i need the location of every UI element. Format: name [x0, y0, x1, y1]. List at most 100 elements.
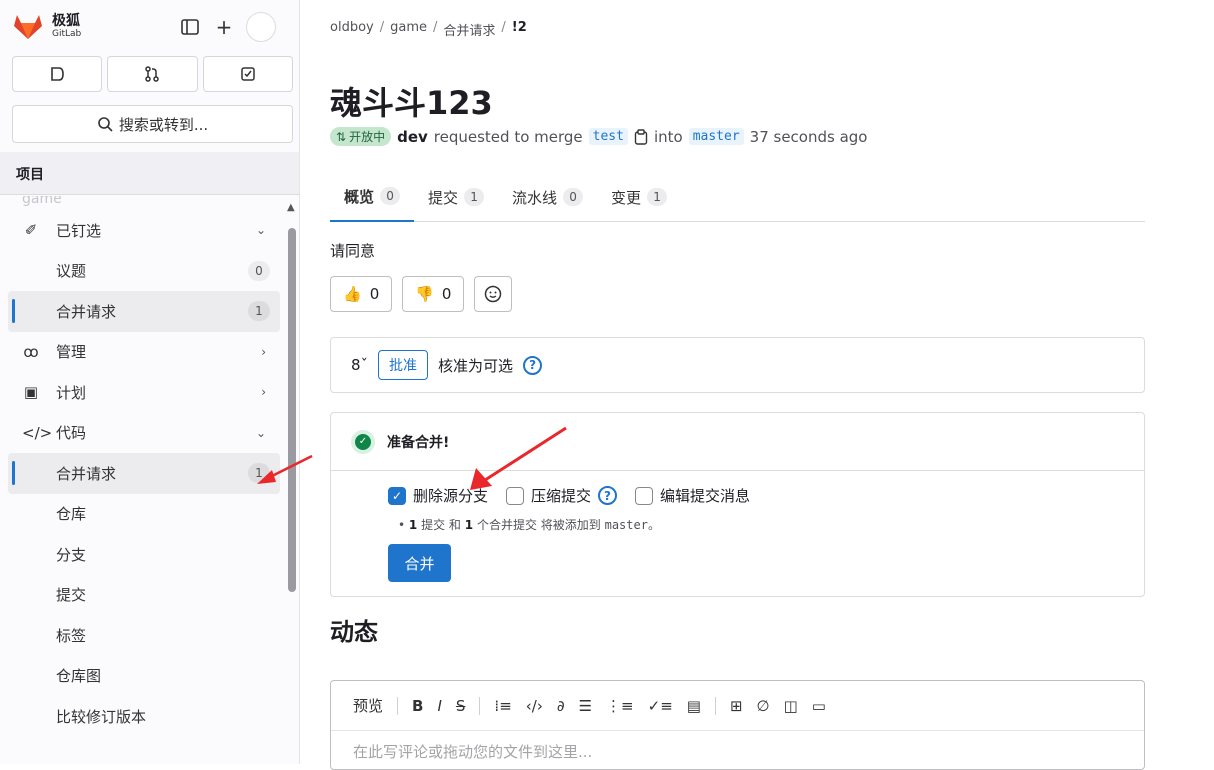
sidebar-item-tags[interactable]: 标签: [0, 615, 280, 656]
count-badge: 0: [248, 260, 270, 281]
quote-icon[interactable]: ⁞≡: [494, 697, 511, 715]
delete-source-branch-option[interactable]: ✓ 删除源分支: [388, 485, 488, 506]
editor-toolbar: 预览 B I S ⁞≡ ‹/› ∂ ☰ ⋮≡ ✓≡ ▤ ⊞ ∅ ◫ ▭: [331, 681, 1144, 731]
sidebar-item-pinned-merge-requests[interactable]: 合并请求 1: [8, 291, 280, 332]
sidebar-item-label: 仓库图: [56, 667, 102, 686]
breadcrumb: oldboy / game / 合并请求 / !2: [330, 20, 527, 39]
sidebar-item-label: 合并请求: [56, 302, 117, 321]
thumbs-down-icon: 👎: [415, 285, 434, 303]
issues-icon: [51, 67, 64, 81]
italic-icon[interactable]: I: [437, 697, 441, 715]
source-branch[interactable]: test: [588, 128, 628, 145]
thumbs-up-icon: 👍: [343, 285, 362, 303]
breadcrumb-current[interactable]: !2: [512, 20, 527, 39]
merge-request-icon: [145, 66, 160, 82]
sidebar-item-pinned[interactable]: ✐ 已钉选 ⌄: [0, 210, 280, 251]
sidebar-item-manage[interactable]: ꝏ 管理 ›: [0, 332, 280, 373]
author-link[interactable]: dev: [397, 128, 428, 146]
sidebar-item-issues[interactable]: 议题 0: [0, 251, 280, 292]
sidebar-item-branches[interactable]: 分支: [0, 534, 280, 575]
scroll-up-icon[interactable]: ▲: [287, 202, 295, 213]
brand-logo-link[interactable]: 极狐 GitLab: [12, 10, 81, 42]
collapsible-icon[interactable]: ▤: [687, 697, 701, 715]
table-icon[interactable]: ⊞: [730, 697, 743, 715]
merge-commit-count: 1: [464, 518, 474, 532]
tab-changes[interactable]: 变更 1: [597, 172, 681, 222]
add-reaction-button[interactable]: [474, 276, 513, 312]
pin-icon: ✐: [24, 221, 38, 240]
sidebar-item-code[interactable]: </> 代码 ⌄: [0, 413, 280, 454]
sidebar-item-label: 代码: [56, 424, 87, 443]
thumbs-up-count: 0: [369, 285, 380, 303]
approve-button[interactable]: 批准: [378, 350, 429, 380]
merge-requests-shortcut-button[interactable]: [107, 56, 198, 92]
comment-editor[interactable]: 预览 B I S ⁞≡ ‹/› ∂ ☰ ⋮≡ ✓≡ ▤ ⊞ ∅ ◫ ▭ 在此写评…: [330, 680, 1145, 770]
tab-count: 1: [647, 188, 668, 206]
breadcrumb-link[interactable]: 合并请求: [443, 20, 495, 39]
tab-count: 1: [464, 188, 485, 206]
merge-request-icon: ⇅: [336, 129, 347, 144]
approvers-icon: 8ˇ: [351, 356, 369, 374]
tab-label: 变更: [611, 188, 642, 207]
link-icon[interactable]: ∂: [557, 697, 565, 715]
mr-description: 请同意: [330, 242, 376, 260]
sidebar-item-repository[interactable]: 仓库: [0, 494, 280, 535]
preview-tab[interactable]: 预览: [353, 695, 383, 716]
sidebar-scrollbar[interactable]: ▲: [286, 198, 298, 760]
option-label: 编辑提交消息: [660, 487, 751, 505]
breadcrumb-link[interactable]: oldboy: [330, 20, 374, 39]
option-label: 删除源分支: [413, 487, 489, 505]
target-branch[interactable]: master: [688, 128, 744, 145]
thumbs-up-button[interactable]: 👍 0: [330, 276, 393, 312]
user-avatar[interactable]: [246, 12, 276, 42]
sidebar-toggle-icon[interactable]: [178, 15, 202, 39]
sidebar-section-title: 项目: [0, 152, 299, 195]
strikethrough-icon[interactable]: S: [456, 697, 466, 715]
search-button[interactable]: 搜索或转到...: [12, 105, 293, 143]
numbered-list-icon[interactable]: ⋮≡: [606, 697, 634, 715]
sidebar-item-merge-requests[interactable]: 合并请求 1: [8, 453, 280, 494]
edit-commit-message-option[interactable]: 编辑提交消息: [635, 485, 750, 506]
help-icon[interactable]: ?: [523, 355, 543, 375]
issues-shortcut-button[interactable]: [12, 56, 103, 92]
status-badge: ⇅ 开放中: [330, 127, 392, 146]
scrollbar-thumb[interactable]: [288, 228, 296, 592]
sidebar-item-plan[interactable]: ▣ 计划 ›: [0, 372, 280, 413]
option-label: 压缩提交: [531, 487, 592, 505]
tab-label: 提交: [428, 188, 459, 207]
brand-sub: GitLab: [52, 28, 82, 39]
comment-template-icon[interactable]: ▭: [812, 697, 826, 715]
help-icon[interactable]: ?: [598, 486, 618, 505]
squash-commits-option[interactable]: 压缩提交 ?: [506, 485, 618, 506]
breadcrumb-link[interactable]: game: [390, 20, 427, 39]
into-text: into: [653, 127, 683, 146]
thumbs-down-button[interactable]: 👎 0: [402, 276, 465, 312]
bullet-list-icon[interactable]: ☰: [579, 697, 592, 715]
todos-shortcut-button[interactable]: [202, 56, 293, 92]
edit-commit-message-checkbox[interactable]: [635, 486, 654, 505]
tab-overview[interactable]: 概览 0: [330, 172, 415, 222]
squash-commits-checkbox[interactable]: [506, 486, 525, 505]
delete-source-branch-checkbox[interactable]: ✓: [388, 486, 406, 505]
sidebar-item-label: 合并请求: [56, 464, 117, 483]
tab-count: 0: [563, 188, 584, 206]
breadcrumb-separator: /: [501, 20, 506, 35]
commit-count: 1: [408, 518, 418, 532]
mr-tabs: 概览 0 提交 1 流水线 0 变更 1: [330, 172, 1145, 222]
merge-button[interactable]: 合并: [388, 544, 451, 582]
task-list-icon[interactable]: ✓≡: [648, 697, 673, 715]
bold-icon[interactable]: B: [412, 697, 423, 715]
sidebar-item-compare[interactable]: 比较修订版本: [0, 696, 280, 737]
sidebar-item-commits[interactable]: 提交: [0, 575, 280, 616]
copy-icon[interactable]: [634, 128, 648, 145]
activity-title: 动态: [330, 618, 378, 646]
sidebar-item-graph[interactable]: 仓库图: [0, 656, 280, 697]
create-new-icon[interactable]: +: [212, 15, 236, 39]
code-icon[interactable]: ‹/›: [526, 697, 543, 715]
tab-commits[interactable]: 提交 1: [414, 172, 498, 222]
tab-pipelines[interactable]: 流水线 0: [498, 172, 597, 222]
check-circle-icon: ✓: [351, 429, 375, 454]
sidebar-item-faded: game: [22, 196, 62, 207]
attachment-icon[interactable]: ∅: [757, 697, 770, 715]
quick-actions-icon[interactable]: ◫: [784, 697, 798, 715]
